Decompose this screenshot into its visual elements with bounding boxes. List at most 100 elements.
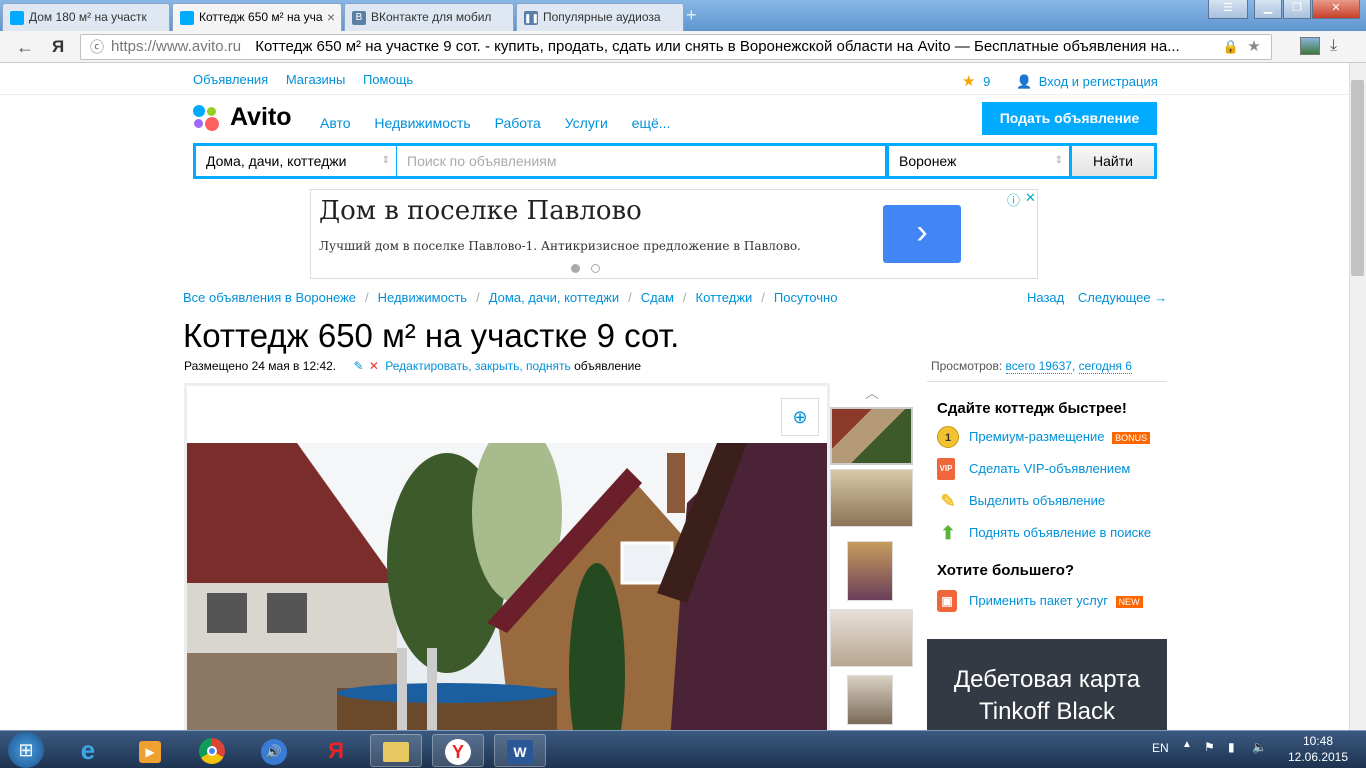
browser-tab-4[interactable]: ❚❚ Популярные аудиоза [516, 3, 684, 31]
search-input[interactable]: Поиск по объявлениям [397, 146, 885, 176]
edit-listing-link[interactable]: Редактировать, закрыть, поднять [385, 359, 570, 373]
ad-close-icon[interactable]: ✕ [1025, 190, 1036, 206]
logo-dot [193, 105, 205, 117]
chevron-up-icon[interactable]: ︿ [865, 383, 879, 403]
vip-item[interactable]: VIP Сделать VIP-объявлением [937, 458, 1130, 480]
address-bar[interactable]: ⓒ https://www.avito.ru Коттедж 650 м² на… [80, 34, 1272, 60]
restore-icon[interactable]: ❐ [1283, 0, 1311, 19]
ad-arrow-button[interactable]: › [883, 205, 961, 263]
ad-info-icon[interactable]: ⓘ [1007, 190, 1020, 209]
nav-more[interactable]: ещё... [632, 115, 671, 131]
highlighter-icon: ✎ [940, 491, 956, 511]
menu-icon[interactable]: ☰ [1208, 0, 1248, 19]
wallpaper-icon[interactable] [1300, 37, 1320, 55]
highlight-item[interactable]: ✎ Выделить объявление [937, 490, 1105, 512]
minimize-icon[interactable]: ▁ [1254, 0, 1282, 19]
language-indicator[interactable]: EN [1152, 741, 1169, 755]
raise-item[interactable]: ⬆ Поднять объявление в поиске [937, 522, 1151, 544]
clock-time[interactable]: 10:48 [1288, 734, 1348, 748]
yandex-active-icon[interactable]: Y [432, 734, 484, 767]
nav-realty[interactable]: Недвижимость [374, 115, 470, 131]
pencil-icon[interactable]: ✎ [353, 359, 363, 373]
thumbnail[interactable] [847, 675, 893, 725]
coin-icon: 1 [937, 426, 959, 448]
yandex-browser-icon[interactable]: Я [310, 734, 362, 767]
category-select[interactable]: Дома, дачи, коттеджи ⇕ [196, 146, 396, 176]
main-photo[interactable]: ⊕ [184, 383, 830, 730]
page-title-text: Коттедж 650 м² на участке 9 сот. - купит… [255, 38, 1180, 55]
nav-shops-link[interactable]: Магазины [286, 72, 346, 87]
favorites-count[interactable]: 9 [983, 74, 990, 89]
thumbnail[interactable] [830, 609, 913, 667]
premium-link[interactable]: Премиум-размещение [969, 429, 1105, 444]
lock-icon: 🔒 [1221, 35, 1241, 59]
downloads-icon[interactable]: ⤓ [1330, 37, 1337, 55]
internet-explorer-icon[interactable]: e [62, 734, 114, 767]
window-close-icon[interactable]: ✕ [1312, 0, 1360, 19]
audio-icon[interactable]: 🔊 [248, 734, 300, 767]
bookmark-star-icon[interactable]: ★ [1241, 35, 1267, 59]
thumbnail[interactable] [830, 469, 913, 527]
nav-auto[interactable]: Авто [320, 115, 351, 131]
search-button[interactable]: Найти [1072, 146, 1154, 176]
tab-label: ВКонтакте для мобил [371, 10, 492, 24]
zoom-button[interactable]: ⊕ [781, 398, 819, 436]
highlight-link[interactable]: Выделить объявление [969, 493, 1105, 508]
media-player-icon[interactable]: ▶ [124, 734, 176, 767]
file-explorer-icon[interactable] [370, 734, 422, 767]
thumbnail[interactable] [847, 541, 893, 601]
volume-icon[interactable]: 🔈 [1252, 740, 1267, 754]
browser-tab-1[interactable]: Дом 180 м² на участк [2, 3, 170, 31]
sidebar-heading: Сдайте коттедж быстрее! [937, 400, 1127, 417]
breadcrumb-item[interactable]: Дома, дачи, коттеджи [489, 290, 619, 305]
favorites-star-icon[interactable]: ★ [962, 73, 975, 90]
delete-icon[interactable]: ✕ [369, 359, 379, 373]
power-icon[interactable]: ▮ [1228, 740, 1235, 754]
chrome-icon[interactable] [186, 734, 238, 767]
flag-icon[interactable]: ⚑ [1204, 740, 1215, 754]
close-tab-icon[interactable]: × [327, 9, 335, 25]
browser-tab-2[interactable]: Коттедж 650 м² на уча × [172, 3, 342, 31]
nav-services[interactable]: Услуги [565, 115, 608, 131]
next-listing-link[interactable]: Следующее → [1078, 290, 1167, 305]
breadcrumb-item[interactable]: Коттеджи [696, 290, 753, 305]
scrollbar-thumb[interactable] [1351, 80, 1364, 276]
vip-link[interactable]: Сделать VIP-объявлением [969, 461, 1130, 476]
yandex-icon[interactable]: Я [52, 37, 64, 57]
breadcrumb-item[interactable]: Посуточно [774, 290, 838, 305]
ad-banner[interactable]: Дом в поселке Павлово Лучший дом в посел… [310, 189, 1038, 279]
nav-jobs[interactable]: Работа [495, 115, 541, 131]
login-link[interactable]: Вход и регистрация [1039, 74, 1158, 89]
post-ad-button[interactable]: Подать объявление [982, 102, 1157, 135]
location-select[interactable]: Воронеж ⇕ [889, 146, 1069, 176]
start-button[interactable]: ⊞ [8, 732, 44, 768]
browser-tab-3[interactable]: В ВКонтакте для мобил [344, 3, 514, 31]
package-item[interactable]: ▣ Применить пакет услуг NEW [937, 590, 1143, 612]
page-title: Коттедж 650 м² на участке 9 сот. [183, 317, 680, 354]
breadcrumb-item[interactable]: Недвижимость [378, 290, 467, 305]
carousel-dot[interactable] [591, 264, 600, 273]
word-icon[interactable]: W [494, 734, 546, 767]
thumbnail[interactable] [830, 407, 913, 465]
breadcrumb-item[interactable]: Все объявления в Воронеже [183, 290, 356, 305]
tray-arrow-icon[interactable]: ▲ [1182, 739, 1192, 750]
nav-help-link[interactable]: Помощь [363, 72, 413, 87]
user-icon: 👤 [1015, 74, 1033, 89]
raise-link[interactable]: Поднять объявление в поиске [969, 525, 1151, 540]
taskbar: ⊞ e ▶ 🔊 Я Y W EN ▲ ⚑ ▮ 🔈 10:48 12.06.201… [0, 730, 1366, 768]
page-info-icon[interactable]: ⓒ [90, 35, 104, 59]
views-today[interactable]: сегодня 6 [1078, 359, 1132, 374]
prev-listing-link[interactable]: Назад [1027, 290, 1064, 305]
premium-placement-item[interactable]: 1 Премиум-размещение BONUS [937, 426, 1151, 448]
nav-ads-link[interactable]: Объявления [193, 72, 268, 87]
breadcrumb-item[interactable]: Сдам [641, 290, 674, 305]
web-page: Объявления Магазины Помощь ★ 9 👤 Вход и … [0, 63, 1349, 730]
back-icon[interactable]: ← [16, 37, 34, 58]
views-total[interactable]: всего 19637 [1005, 359, 1072, 374]
pause-favicon-icon: ❚❚ [524, 11, 540, 25]
new-tab-icon[interactable]: + [686, 5, 697, 26]
carousel-dot[interactable] [571, 264, 580, 273]
package-link[interactable]: Применить пакет услуг [969, 593, 1108, 608]
tinkoff-ad[interactable]: Дебетовая карта Tinkoff Black [927, 639, 1167, 730]
clock-date[interactable]: 12.06.2015 [1282, 750, 1354, 764]
